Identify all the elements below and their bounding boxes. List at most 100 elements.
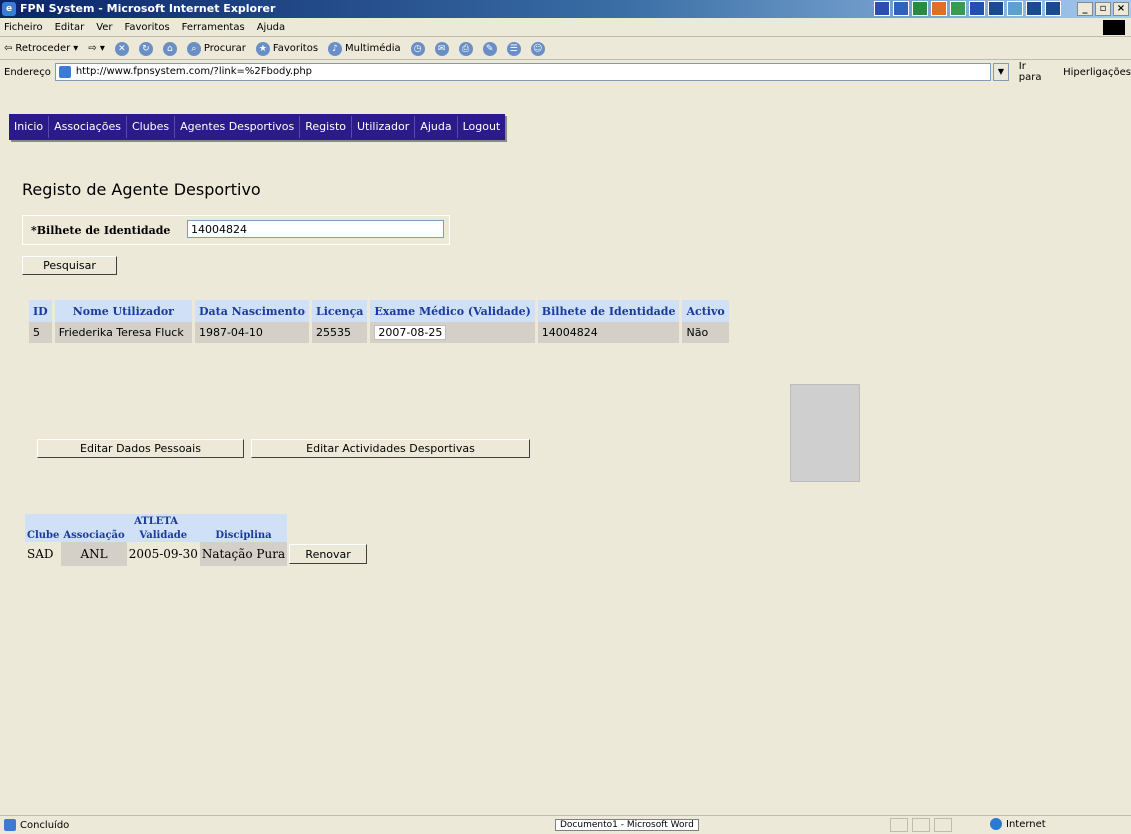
- edit-personal-data-button[interactable]: Editar Dados Pessoais: [37, 439, 244, 458]
- globe-icon: [990, 818, 1002, 830]
- security-zone: Internet: [990, 818, 1046, 830]
- tray-icon[interactable]: [1007, 1, 1023, 16]
- page-done-icon: [4, 819, 16, 831]
- col-name: Nome Utilizador: [53, 300, 195, 322]
- cell-license: 25535: [310, 322, 371, 343]
- menu-view[interactable]: Ver: [96, 22, 112, 33]
- table-header-row: ID Nome Utilizador Data Nascimento Licen…: [29, 300, 732, 322]
- tray-icons: [874, 1, 1061, 17]
- tray-icon[interactable]: [1026, 1, 1042, 16]
- edit-sports-activities-button[interactable]: Editar Actividades Desportivas: [251, 439, 530, 458]
- windows-logo-icon: [1103, 20, 1125, 35]
- mail-button[interactable]: ✉: [434, 41, 449, 56]
- athlete-header-row: Clube Associação Validade Disciplina: [25, 528, 369, 542]
- col-id: ID: [29, 300, 55, 322]
- history-icon: ◷: [410, 41, 425, 56]
- address-input[interactable]: http://www.fpnsystem.com/?link=%2Fbody.p…: [54, 63, 992, 81]
- taskbar-tooltip[interactable]: Documento1 - Microsoft Word: [555, 819, 699, 831]
- search-label: Procurar: [203, 43, 246, 54]
- tray-icon[interactable]: [950, 1, 966, 16]
- page-content: Inicio Associações Clubes Agentes Despor…: [0, 84, 1131, 815]
- messenger-button[interactable]: ☺: [530, 41, 545, 56]
- forward-button[interactable]: ⇨ ▾: [88, 43, 105, 54]
- nav-clubes[interactable]: Clubes: [127, 116, 176, 138]
- search-button-toolbar[interactable]: ⌕ Procurar: [186, 41, 246, 56]
- back-arrow-icon: ⇦: [4, 43, 13, 54]
- tray-icon[interactable]: [988, 1, 1004, 16]
- col-discipline: Disciplina: [199, 528, 288, 542]
- mail-icon: ✉: [434, 41, 449, 56]
- maximize-button[interactable]: ▫: [1095, 2, 1111, 16]
- messenger-icon: ☺: [530, 41, 545, 56]
- stop-button[interactable]: ✕: [114, 41, 129, 56]
- search-icon: ⌕: [186, 41, 201, 56]
- athlete-group-header: ATLETA: [25, 514, 369, 528]
- edit-button[interactable]: ✎: [482, 41, 497, 56]
- refresh-button[interactable]: ↻: [138, 41, 153, 56]
- tray-icon[interactable]: [931, 1, 947, 16]
- nav-utilizador[interactable]: Utilizador: [352, 116, 416, 138]
- col-birthdate: Data Nascimento: [193, 300, 312, 322]
- home-icon: ⌂: [162, 41, 177, 56]
- table-row: 5 Friederika Teresa Fluck 1987-04-10 255…: [29, 322, 732, 343]
- cell-discipline: Natação Pura: [199, 542, 288, 566]
- menu-bar: Ficheiro Editar Ver Favoritos Ferramenta…: [0, 18, 1131, 37]
- history-button[interactable]: ◷: [410, 41, 425, 56]
- cell-validity: 2005-09-30: [128, 547, 198, 561]
- print-button[interactable]: ⎙: [458, 41, 473, 56]
- back-button[interactable]: ⇦ Retroceder ▾: [4, 43, 78, 54]
- menu-favorites[interactable]: Favoritos: [125, 22, 170, 33]
- id-card-input[interactable]: [187, 220, 444, 238]
- favorites-button[interactable]: ★ Favoritos: [255, 41, 319, 56]
- nav-ajuda[interactable]: Ajuda: [415, 116, 458, 138]
- search-button[interactable]: Pesquisar: [22, 256, 117, 275]
- menu-edit[interactable]: Editar: [55, 22, 85, 33]
- forward-arrow-icon: ⇨ ▾: [88, 43, 105, 54]
- address-dropdown[interactable]: ▼: [993, 63, 1009, 81]
- nav-agentes-desportivos[interactable]: Agentes Desportivos: [175, 116, 301, 138]
- ie-icon: e: [2, 2, 16, 16]
- window-title-bar: e FPN System - Microsoft Internet Explor…: [0, 0, 1131, 18]
- tray-icon[interactable]: [969, 1, 985, 16]
- col-validity: Validade: [126, 528, 200, 542]
- cell-renew: Renovar: [287, 542, 369, 566]
- tray-icon[interactable]: [912, 1, 928, 16]
- tray-icon[interactable]: [874, 1, 890, 16]
- home-button[interactable]: ⌂: [162, 41, 177, 56]
- tray-icon[interactable]: [893, 1, 909, 16]
- menu-help[interactable]: Ajuda: [257, 22, 285, 33]
- table-row: SAD ANL 2005-09-30 Natação Pura Renovar: [25, 542, 369, 566]
- photo-placeholder: [790, 384, 860, 482]
- site-nav: Inicio Associações Clubes Agentes Despor…: [9, 114, 506, 140]
- renew-button[interactable]: Renovar: [289, 544, 368, 564]
- cell-name: Friederika Teresa Fluck: [53, 322, 195, 343]
- zone-text: Internet: [1006, 818, 1046, 830]
- close-button[interactable]: ×: [1113, 2, 1129, 16]
- nav-registo[interactable]: Registo: [300, 116, 352, 138]
- window-title: FPN System - Microsoft Internet Explorer: [20, 2, 276, 15]
- tray-icon[interactable]: [1045, 1, 1061, 16]
- col-license: Licença: [310, 300, 371, 322]
- links-button[interactable]: Hiperligações: [1063, 67, 1131, 78]
- nav-logout[interactable]: Logout: [458, 116, 506, 138]
- stop-icon: ✕: [114, 41, 129, 56]
- athlete-table: ATLETA Clube Associação Validade Discipl…: [25, 514, 369, 566]
- cell-association: ANL: [61, 542, 127, 566]
- id-card-label: *Bilhete de Identidade: [31, 224, 171, 237]
- edit-icon: ✎: [482, 41, 497, 56]
- athlete-group-title: ATLETA: [25, 514, 288, 528]
- menu-tools[interactable]: Ferramentas: [182, 22, 245, 33]
- discuss-icon: ☰: [506, 41, 521, 56]
- menu-file[interactable]: Ficheiro: [4, 22, 43, 33]
- discuss-button[interactable]: ☰: [506, 41, 521, 56]
- page-title: Registo de Agente Desportivo: [22, 180, 261, 199]
- minimize-button[interactable]: _: [1077, 2, 1093, 16]
- nav-inicio[interactable]: Inicio: [9, 116, 50, 138]
- nav-associacoes[interactable]: Associações: [49, 116, 127, 138]
- cell-id-card: 14004824: [536, 322, 683, 343]
- go-button[interactable]: Ir para: [1019, 61, 1051, 83]
- window-controls: _ ▫ ×: [1077, 2, 1129, 16]
- favorites-label: Favoritos: [272, 43, 319, 54]
- multimedia-button[interactable]: ♪ Multimédia: [328, 41, 401, 56]
- cell-medical-exam: 2007-08-25: [368, 322, 538, 343]
